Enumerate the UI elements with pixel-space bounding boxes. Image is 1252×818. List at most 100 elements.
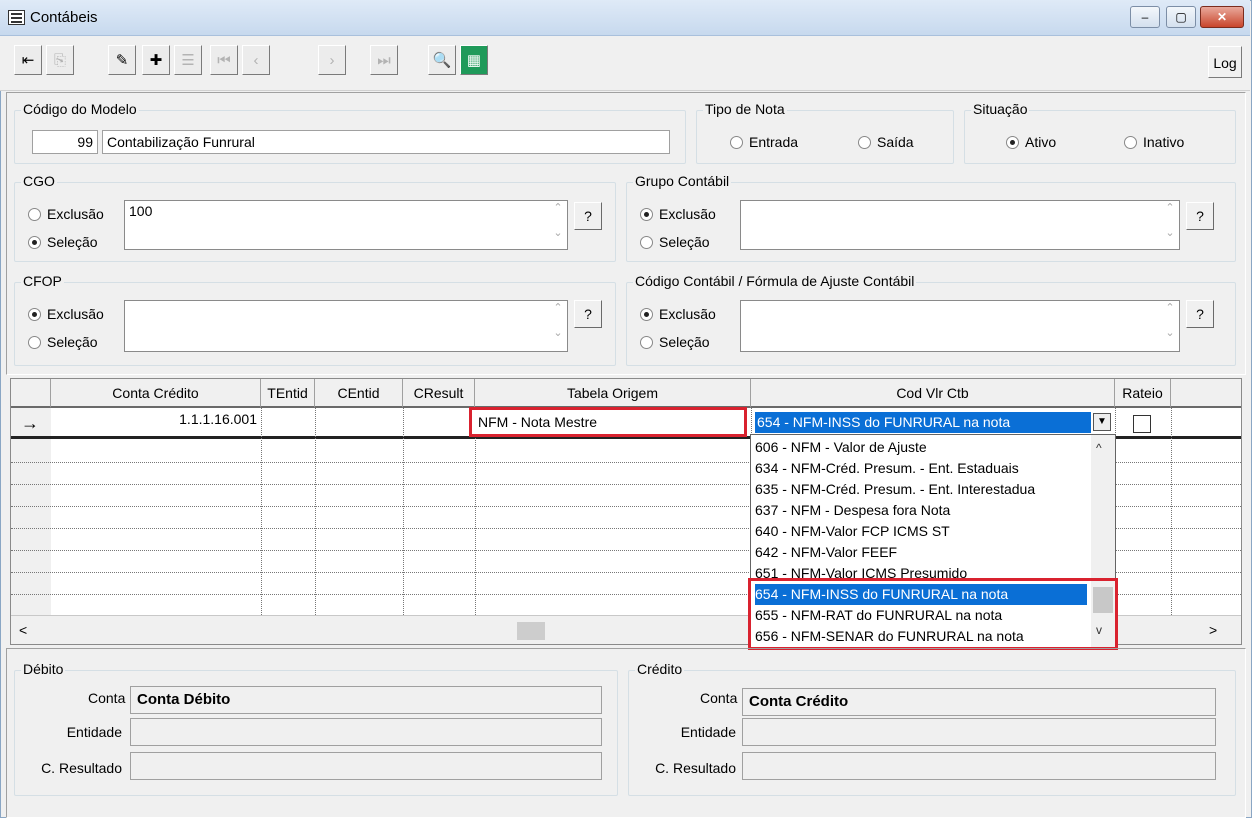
maximize-button[interactable]: ▢: [1166, 6, 1196, 28]
scroll-left-icon[interactable]: <: [19, 622, 27, 638]
grid-view-icon[interactable]: ▦: [460, 45, 488, 75]
radio-saida-circle[interactable]: [858, 136, 871, 149]
debito-cresult-field[interactable]: [130, 752, 602, 780]
cfop-label: CFOP: [21, 273, 64, 289]
binoculars-search-icon[interactable]: 🔍: [428, 45, 456, 75]
chevron-up-icon[interactable]: ^: [1096, 441, 1102, 455]
dropdown-item[interactable]: 606 - NFM - Valor de Ajuste: [755, 437, 927, 458]
credito-conta-label: Conta: [700, 690, 738, 706]
credito-conta-field[interactable]: Conta Crédito: [742, 688, 1216, 716]
cell-conta-credito[interactable]: 1.1.1.16.001: [51, 411, 257, 427]
codigo-help-button[interactable]: ?: [1186, 300, 1214, 328]
grid-header-cod-vlr-ctb[interactable]: Cod Vlr Ctb: [751, 379, 1115, 408]
grupo-exclusao-radio[interactable]: Exclusão: [640, 206, 716, 222]
cell-tabela-origem[interactable]: NFM - Nota Mestre: [469, 407, 747, 437]
cgo-selecao-circle[interactable]: [28, 236, 41, 249]
cod-vlr-selected-value[interactable]: 654 - NFM-INSS do FUNRURAL na nota: [755, 412, 1091, 433]
scroll-thumb[interactable]: [517, 622, 545, 640]
grid-header-cresult[interactable]: CResult: [403, 379, 475, 408]
radio-ativo[interactable]: Ativo: [1006, 134, 1056, 150]
cgo-selecao-radio[interactable]: Seleção: [28, 234, 98, 250]
grupo-memo-scrollbar[interactable]: ⌃ ⌄: [1161, 201, 1179, 249]
radio-ativo-circle[interactable]: [1006, 136, 1019, 149]
debito-conta-label: Conta: [88, 690, 126, 706]
radio-entrada[interactable]: Entrada: [730, 134, 798, 150]
cgo-memo-scrollbar[interactable]: ⌃ ⌄: [549, 201, 567, 249]
situacao-label: Situação: [971, 101, 1030, 117]
exit-icon[interactable]: ⇤: [14, 45, 42, 75]
grupo-exclusao-circle[interactable]: [640, 208, 653, 221]
debito-label: Débito: [21, 661, 66, 677]
modelo-label: Código do Modelo: [21, 101, 139, 117]
dropdown-item[interactable]: 640 - NFM-Valor FCP ICMS ST: [755, 521, 950, 542]
codigo-contabil-label: Código Contábil / Fórmula de Ajuste Cont…: [633, 273, 917, 289]
cgo-memo[interactable]: 100 ⌃ ⌄: [124, 200, 568, 250]
last-record-icon[interactable]: ⏭: [370, 45, 398, 75]
cfop-memo[interactable]: ⌃ ⌄: [124, 300, 568, 352]
modelo-name-field[interactable]: Contabilização Funrural: [102, 130, 670, 154]
cgo-exclusao-radio[interactable]: Exclusão: [28, 206, 104, 222]
credito-entidade-field[interactable]: [742, 718, 1216, 746]
radio-ativo-label: Ativo: [1025, 134, 1057, 150]
modelo-code-field[interactable]: 99: [32, 130, 98, 154]
codigo-memo-scrollbar[interactable]: ⌃ ⌄: [1161, 301, 1179, 351]
cfop-selecao-radio[interactable]: Seleção: [28, 334, 98, 350]
credito-cresult-field[interactable]: [742, 752, 1216, 780]
minimize-button[interactable]: –: [1130, 6, 1160, 28]
radio-entrada-label: Entrada: [749, 134, 799, 150]
grupo-memo[interactable]: ⌃ ⌄: [740, 200, 1180, 250]
grupo-selecao-circle[interactable]: [640, 236, 653, 249]
grid-header-tentid[interactable]: TEntid: [261, 379, 315, 408]
delete-record-icon[interactable]: ☰: [174, 45, 202, 75]
rateio-checkbox[interactable]: [1133, 415, 1151, 433]
cfop-selecao-label: Seleção: [47, 334, 98, 350]
previous-record-icon[interactable]: ‹: [242, 45, 270, 75]
dropdown-item[interactable]: 637 - NFM - Despesa fora Nota: [755, 500, 950, 521]
next-record-icon[interactable]: ›: [318, 45, 346, 75]
dropdown-item[interactable]: 642 - NFM-Valor FEEF: [755, 542, 897, 563]
grupo-label: Grupo Contábil: [633, 173, 732, 189]
codigo-selecao-circle[interactable]: [640, 336, 653, 349]
codigo-exclusao-circle[interactable]: [640, 308, 653, 321]
grid-header-rateio[interactable]: Rateio: [1115, 379, 1171, 408]
grid-header-centid[interactable]: CEntid: [315, 379, 403, 408]
insert-icon[interactable]: ⎘: [46, 45, 74, 75]
close-button[interactable]: ✕: [1200, 6, 1244, 28]
scroll-right-icon[interactable]: >: [1209, 622, 1217, 638]
first-record-icon[interactable]: ⏮: [210, 45, 238, 75]
radio-entrada-circle[interactable]: [730, 136, 743, 149]
dropdown-item[interactable]: 635 - NFM-Créd. Presum. - Ent. Interesta…: [755, 479, 1035, 500]
radio-saida[interactable]: Saída: [858, 134, 914, 150]
codigo-exclusao-radio[interactable]: Exclusão: [640, 306, 716, 322]
tipo-nota-label: Tipo de Nota: [703, 101, 787, 117]
codigo-selecao-radio[interactable]: Seleção: [640, 334, 710, 350]
dropdown-arrow-button[interactable]: ▼: [1093, 413, 1111, 431]
grupo-selecao-radio[interactable]: Seleção: [640, 234, 710, 250]
cfop-selecao-circle[interactable]: [28, 336, 41, 349]
debito-conta-field[interactable]: Conta Débito: [130, 686, 602, 714]
codigo-exclusao-label: Exclusão: [659, 306, 716, 322]
grupo-help-button[interactable]: ?: [1186, 202, 1214, 230]
debito-cresult-label: C. Resultado: [41, 760, 122, 776]
radio-inativo-circle[interactable]: [1124, 136, 1137, 149]
radio-inativo[interactable]: Inativo: [1124, 134, 1184, 150]
title-bar: Contábeis – ▢ ✕: [0, 0, 1250, 36]
cfop-exclusao-circle[interactable]: [28, 308, 41, 321]
grid-header-tabela-origem[interactable]: Tabela Origem: [475, 379, 751, 408]
new-record-icon[interactable]: ✚: [142, 45, 170, 75]
credito-entidade-label: Entidade: [680, 724, 736, 740]
codigo-memo[interactable]: ⌃ ⌄: [740, 300, 1180, 352]
col-divider: [475, 408, 476, 615]
log-button[interactable]: Log: [1208, 46, 1242, 78]
cgo-exclusao-circle[interactable]: [28, 208, 41, 221]
cgo-help-button[interactable]: ?: [574, 202, 602, 230]
cfop-help-button[interactable]: ?: [574, 300, 602, 328]
cfop-memo-scrollbar[interactable]: ⌃ ⌄: [549, 301, 567, 351]
dropdown-item[interactable]: 634 - NFM-Créd. Presum. - Ent. Estaduais: [755, 458, 1019, 479]
edit-pencil-icon[interactable]: ✎: [108, 45, 136, 75]
grid-header-indicator: [11, 379, 51, 408]
debito-entidade-field[interactable]: [130, 718, 602, 746]
grid-header-conta-credito[interactable]: Conta Crédito: [51, 379, 261, 408]
debito-entidade-label: Entidade: [66, 724, 122, 740]
cfop-exclusao-radio[interactable]: Exclusão: [28, 306, 104, 322]
